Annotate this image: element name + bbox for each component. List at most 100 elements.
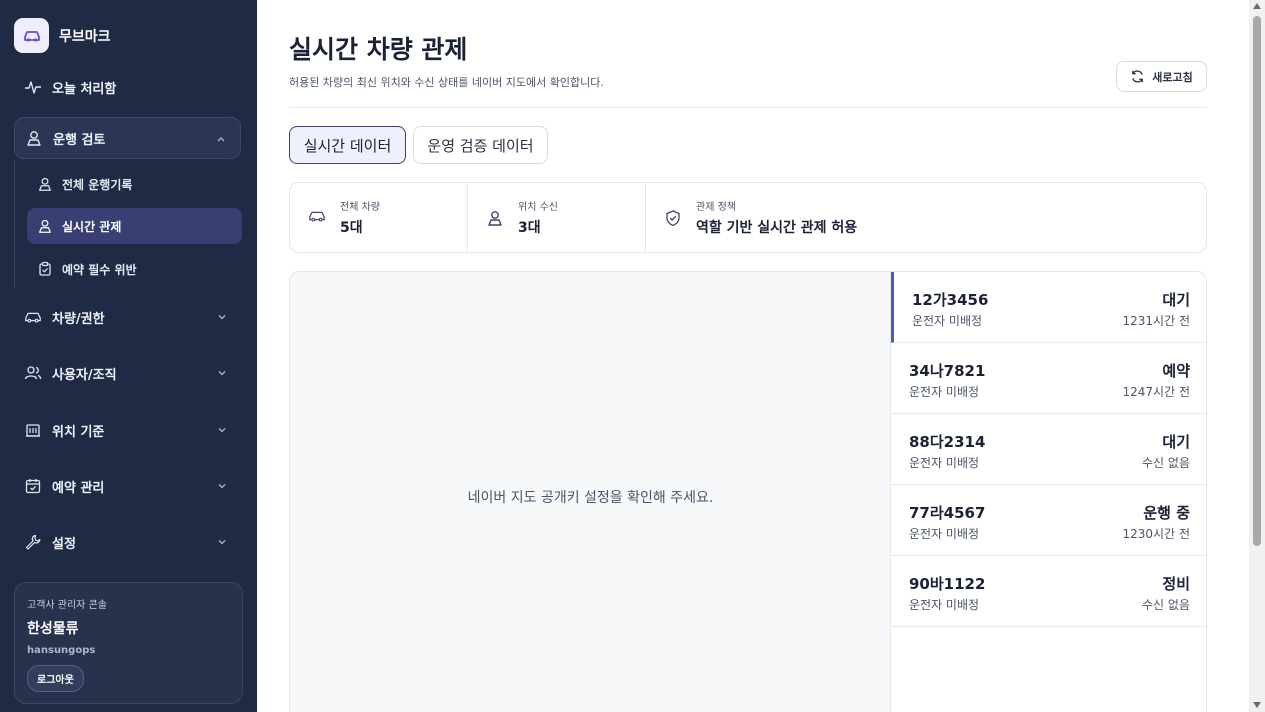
- vehicle-row[interactable]: 90바1122 운전자 미배정 정비 수신 없음: [891, 556, 1206, 627]
- stat-value: 3대: [518, 220, 541, 236]
- wrench-icon: [24, 533, 42, 551]
- refresh-button[interactable]: 새로고침: [1116, 61, 1207, 92]
- sidebar-item-reservations[interactable]: 예약 관리: [14, 465, 241, 507]
- stat-control-policy: 관제 정책 역할 기반 실시간 관제 허용: [646, 183, 1206, 252]
- vehicle-status: 대기: [1162, 291, 1190, 309]
- stat-label: 관제 정책: [696, 202, 736, 213]
- stat-value: 5대: [340, 220, 363, 236]
- car-logo-icon: [14, 18, 49, 53]
- chevron-down-icon: [218, 484, 226, 489]
- vehicle-last-seen: 수신 없음: [1142, 456, 1190, 470]
- stat-label: 위치 수신: [518, 202, 558, 213]
- vehicle-row[interactable]: 34나7821 운전자 미배정 예약 1247시간 전: [891, 343, 1206, 414]
- sidebar-subitem-all-logs[interactable]: 전체 운행기록: [27, 166, 242, 202]
- vehicle-status: 정비: [1162, 575, 1190, 593]
- vehicle-driver: 운전자 미배정: [909, 527, 980, 541]
- sidebar: 무브마크 오늘 처리함 운행 검토 전체 운행기록 실시간 관제 예약 필수 위…: [0, 0, 257, 712]
- sidebar-item-label: 오늘 처리함: [52, 81, 117, 97]
- sidebar-subitem-label: 실시간 관제: [62, 219, 122, 234]
- map-pin-user-icon: [486, 209, 504, 227]
- building-icon: [24, 421, 42, 439]
- chevron-down-icon: [218, 371, 226, 376]
- stats-card: 전체 차량 5대 위치 수신 3대 관제 정책 역할 기반 실시간 관제 허용: [289, 182, 1207, 253]
- page-title: 실시간 차량 관제: [289, 35, 468, 64]
- map-pin-user-icon: [37, 176, 53, 192]
- vehicle-last-seen: 수신 없음: [1142, 598, 1190, 612]
- vehicle-driver: 운전자 미배정: [909, 385, 980, 399]
- vehicle-plate: 90바1122: [909, 575, 986, 593]
- chevron-down-icon: [218, 540, 226, 545]
- sidebar-item-label: 사용자/조직: [52, 367, 117, 383]
- page-scrollbar[interactable]: [1249, 0, 1265, 712]
- vehicle-plate: 77라4567: [909, 504, 986, 522]
- sidebar-item-label: 설정: [52, 536, 76, 552]
- car-icon: [24, 308, 42, 326]
- clipboard-check-icon: [37, 261, 53, 277]
- account-company: 한성물류: [27, 621, 79, 637]
- vehicle-last-seen: 1247시간 전: [1122, 385, 1190, 399]
- stat-value: 역할 기반 실시간 관제 허용: [696, 220, 858, 236]
- logout-button[interactable]: 로그아웃: [27, 665, 84, 692]
- account-username: hansungops: [27, 645, 96, 656]
- shield-check-icon: [664, 209, 682, 227]
- vehicle-plate: 88다2314: [909, 433, 986, 451]
- submenu-line: [14, 161, 15, 289]
- stat-label: 전체 차량: [340, 202, 380, 213]
- vehicle-driver: 운전자 미배정: [909, 456, 980, 470]
- brand-name: 무브마크: [59, 28, 111, 45]
- header-divider: [289, 107, 1207, 108]
- sidebar-subitem-label: 예약 필수 위반: [62, 262, 137, 277]
- vehicle-last-seen: 1230시간 전: [1122, 527, 1190, 541]
- vehicle-row[interactable]: 77라4567 운전자 미배정 운행 중 1230시간 전: [891, 485, 1206, 556]
- map-card: 네이버 지도 공개키 설정을 확인해 주세요. 12가3456 운전자 미배정 …: [289, 271, 1207, 712]
- vehicle-row[interactable]: 88다2314 운전자 미배정 대기 수신 없음: [891, 414, 1206, 485]
- vehicle-last-seen: 1231시간 전: [1122, 314, 1190, 328]
- tab-verification-data[interactable]: 운영 검증 데이터: [413, 126, 548, 164]
- users-icon: [24, 364, 42, 382]
- brand[interactable]: 무브마크: [14, 18, 111, 53]
- vehicle-status: 예약: [1162, 362, 1190, 380]
- vehicle-status: 대기: [1162, 433, 1190, 451]
- vehicle-driver: 운전자 미배정: [912, 314, 983, 328]
- main-content: 실시간 차량 관제 허용된 차량의 최신 위치와 수신 상태를 네이버 지도에서…: [257, 0, 1249, 712]
- account-card: 고객사 관리자 콘솔 한성물류 hansungops 로그아웃: [14, 582, 243, 704]
- vehicle-status: 운행 중: [1143, 504, 1190, 522]
- scroll-up-arrow-icon[interactable]: [1253, 3, 1261, 9]
- map-pin-user-icon: [25, 129, 43, 147]
- sidebar-item-label: 차량/권한: [52, 311, 105, 327]
- vehicle-plate: 12가3456: [912, 291, 989, 309]
- chevron-down-icon: [218, 428, 226, 433]
- scroll-thumb[interactable]: [1253, 16, 1261, 546]
- sidebar-item-today[interactable]: 오늘 처리함: [14, 66, 241, 108]
- sidebar-item-users[interactable]: 사용자/조직: [14, 352, 241, 394]
- chevron-up-icon: [217, 137, 225, 142]
- scroll-down-arrow-icon[interactable]: [1253, 702, 1261, 708]
- refresh-icon: [1130, 69, 1145, 84]
- refresh-label: 새로고침: [1152, 71, 1193, 84]
- stat-total-vehicles: 전체 차량 5대: [290, 183, 468, 252]
- tab-realtime-data[interactable]: 실시간 데이터: [289, 126, 406, 164]
- sidebar-subitem-label: 전체 운행기록: [62, 177, 133, 192]
- vehicle-list: 12가3456 운전자 미배정 대기 1231시간 전 34나7821 운전자 …: [890, 272, 1206, 712]
- car-icon: [308, 209, 326, 227]
- vehicle-row[interactable]: 12가3456 운전자 미배정 대기 1231시간 전: [891, 272, 1206, 343]
- sidebar-item-operation-review[interactable]: 운행 검토: [14, 117, 241, 159]
- activity-icon: [24, 78, 42, 96]
- page-subtitle: 허용된 차량의 최신 위치와 수신 상태를 네이버 지도에서 확인합니다.: [289, 76, 604, 89]
- map-message: 네이버 지도 공개키 설정을 확인해 주세요.: [467, 490, 714, 506]
- vehicle-driver: 운전자 미배정: [909, 598, 980, 612]
- sidebar-item-vehicles[interactable]: 차량/권한: [14, 296, 241, 338]
- vehicle-plate: 34나7821: [909, 362, 986, 380]
- stat-location-received: 위치 수신 3대: [468, 183, 646, 252]
- sidebar-item-label: 운행 검토: [53, 132, 106, 148]
- sidebar-subitem-reservation-violation[interactable]: 예약 필수 위반: [27, 251, 242, 287]
- sidebar-item-label: 예약 관리: [52, 480, 105, 496]
- chevron-down-icon: [218, 315, 226, 320]
- sidebar-item-settings[interactable]: 설정: [14, 521, 241, 563]
- sidebar-item-label: 위치 기준: [52, 424, 105, 440]
- map-area[interactable]: 네이버 지도 공개키 설정을 확인해 주세요.: [290, 272, 891, 712]
- map-pin-user-icon: [37, 218, 53, 234]
- sidebar-item-location[interactable]: 위치 기준: [14, 409, 241, 451]
- account-role: 고객사 관리자 콘솔: [27, 600, 107, 611]
- sidebar-subitem-realtime[interactable]: 실시간 관제: [27, 208, 242, 244]
